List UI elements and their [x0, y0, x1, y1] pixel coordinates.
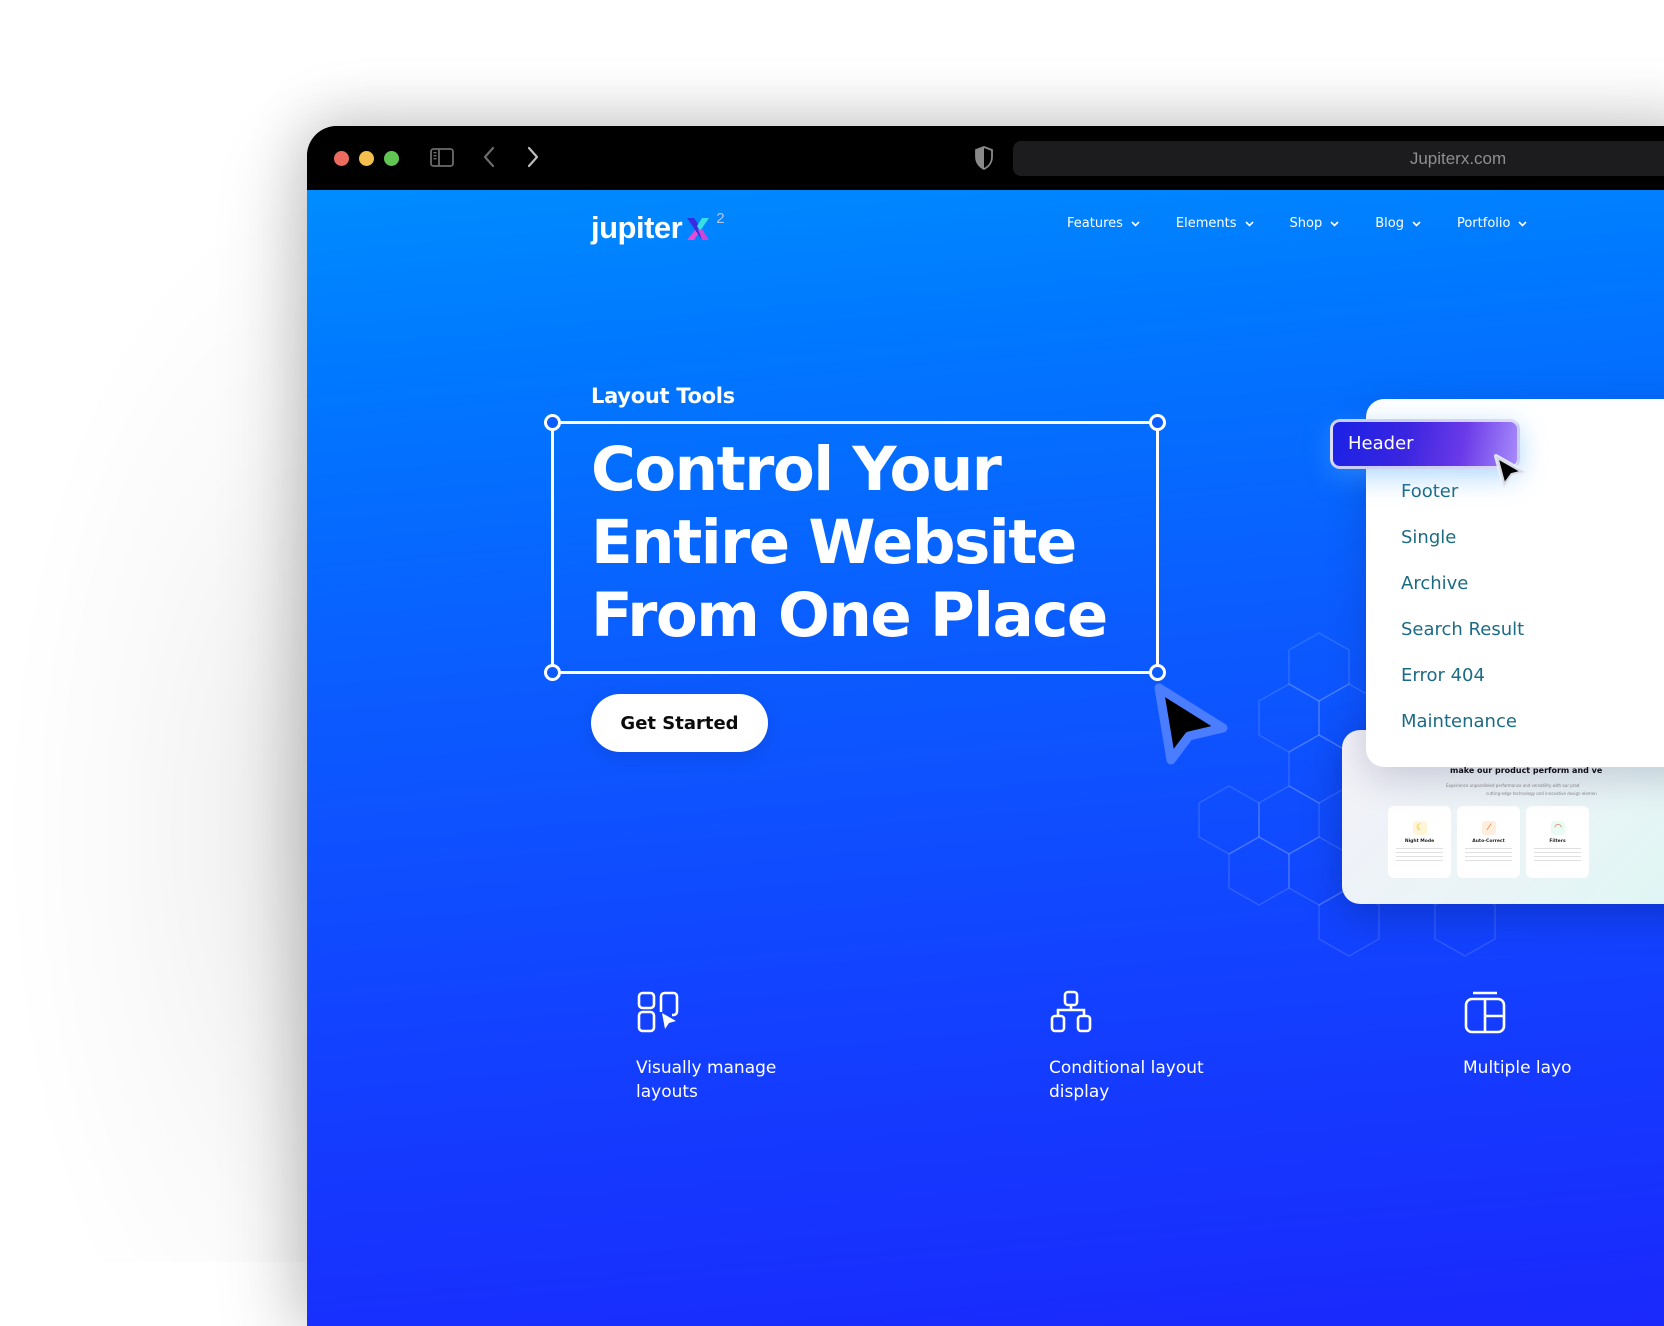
main-nav: Features Elements Shop Blog Portfolio — [1067, 216, 1563, 231]
preview-card-text — [1465, 848, 1512, 862]
minimize-window-button[interactable] — [359, 151, 374, 166]
nav-features[interactable]: Features — [1067, 216, 1140, 231]
nav-label: Elements — [1175, 216, 1237, 231]
headline-line: Control Your — [591, 434, 1002, 505]
headline-line: Entire Website — [591, 507, 1077, 578]
headline-line: From One Place — [591, 580, 1108, 651]
menu-item-search-result[interactable]: Search Result — [1401, 619, 1524, 640]
menu-item-error-404[interactable]: Error 404 — [1401, 665, 1485, 686]
address-bar[interactable]: Jupiterx.com — [1013, 141, 1664, 176]
preview-card-text — [1534, 848, 1581, 862]
back-icon[interactable] — [482, 146, 496, 168]
resize-handle[interactable] — [544, 414, 561, 431]
preview-subtitle-line: cutting-edge technology and innovative d… — [1486, 791, 1597, 796]
resize-handle[interactable] — [1149, 414, 1166, 431]
preview-subtitle: Experience unparalleled performance and … — [1446, 782, 1664, 798]
chevron-down-icon — [1518, 220, 1528, 227]
browser-window: Jupiterx.com jupiter 2 Features Elements — [307, 126, 1664, 1326]
preview-card-title: Auto-Correct — [1472, 839, 1505, 844]
preview-card-title: Filters — [1549, 839, 1566, 844]
feature-label: Visually manage layouts — [636, 1058, 777, 1102]
mouse-pointer-icon — [1494, 454, 1526, 488]
cursor-arrow-icon — [1154, 683, 1228, 765]
background-shadow — [0, 180, 320, 1262]
nav-label: Blog — [1375, 216, 1404, 231]
logo-version: 2 — [716, 210, 725, 227]
nav-label: Features — [1067, 216, 1123, 231]
preview-card-night-mode: ☾ Night Mode — [1388, 806, 1451, 878]
menu-item-single[interactable]: Single — [1401, 527, 1456, 548]
layout-panels-icon — [1464, 991, 1506, 1034]
wand-icon: ⁄ — [1482, 821, 1496, 835]
hierarchy-icon — [1050, 990, 1092, 1033]
feature-label: Conditional layout display — [1049, 1058, 1204, 1102]
preview-card-auto-correct: ⁄ Auto-Correct — [1457, 806, 1520, 878]
close-window-button[interactable] — [334, 151, 349, 166]
menu-item-maintenance[interactable]: Maintenance — [1401, 711, 1517, 732]
preview-card-filters: ◠ Filters — [1526, 806, 1589, 878]
menu-item-footer[interactable]: Footer — [1401, 481, 1458, 502]
chevron-down-icon — [1412, 220, 1421, 227]
get-started-button[interactable]: Get Started — [591, 694, 768, 752]
nav-shop[interactable]: Shop — [1290, 216, 1340, 231]
webpage: jupiter 2 Features Elements Shop Blog Po… — [307, 190, 1664, 1326]
preview-feature-cards: ☾ Night Mode ⁄ Auto-Correct ◠ Filters — [1388, 806, 1589, 878]
chevron-down-icon — [1330, 220, 1339, 227]
preview-subtitle-line: Experience unparalleled performance and … — [1446, 783, 1580, 788]
feature-multiple-layouts: Multiple layo — [1463, 990, 1572, 1078]
nav-blog[interactable]: Blog — [1375, 216, 1421, 231]
nav-elements[interactable]: Elements — [1176, 216, 1254, 231]
logo-x-mark-icon — [687, 218, 710, 240]
site-logo[interactable]: jupiter 2 — [591, 208, 725, 248]
preview-card-text — [1396, 848, 1443, 862]
nav-label: Shop — [1289, 216, 1323, 231]
preview-card-title: Night Mode — [1404, 839, 1435, 844]
shield-icon[interactable] — [974, 146, 994, 170]
moon-icon: ☾ — [1413, 821, 1427, 835]
hero-eyebrow: Layout Tools — [591, 384, 735, 408]
rainbow-icon: ◠ — [1551, 821, 1565, 835]
resize-handle[interactable] — [544, 664, 561, 681]
hero-headline: Control Your Entire Website From One Pla… — [591, 433, 1108, 652]
sidebar-icon[interactable] — [430, 148, 454, 167]
feature-label: Multiple layo — [1463, 1058, 1572, 1078]
chevron-down-icon — [1244, 220, 1254, 227]
chevron-down-icon — [1131, 220, 1140, 227]
preview-title: make our product perform and ve — [1450, 766, 1603, 775]
browser-toolbar: Jupiterx.com — [307, 126, 1664, 190]
maximize-window-button[interactable] — [384, 151, 399, 166]
feature-visually-manage: Visually manage layouts — [636, 990, 776, 1102]
menu-item-archive[interactable]: Archive — [1401, 573, 1468, 594]
logo-text: jupiter — [591, 210, 683, 245]
forward-icon[interactable] — [526, 146, 540, 168]
layout-cursor-icon — [637, 991, 679, 1033]
address-text: Jupiterx.com — [1409, 149, 1507, 168]
nav-label: Portfolio — [1456, 216, 1511, 231]
feature-conditional-display: Conditional layout display — [1049, 990, 1204, 1102]
nav-portfolio[interactable]: Portfolio — [1456, 216, 1528, 231]
